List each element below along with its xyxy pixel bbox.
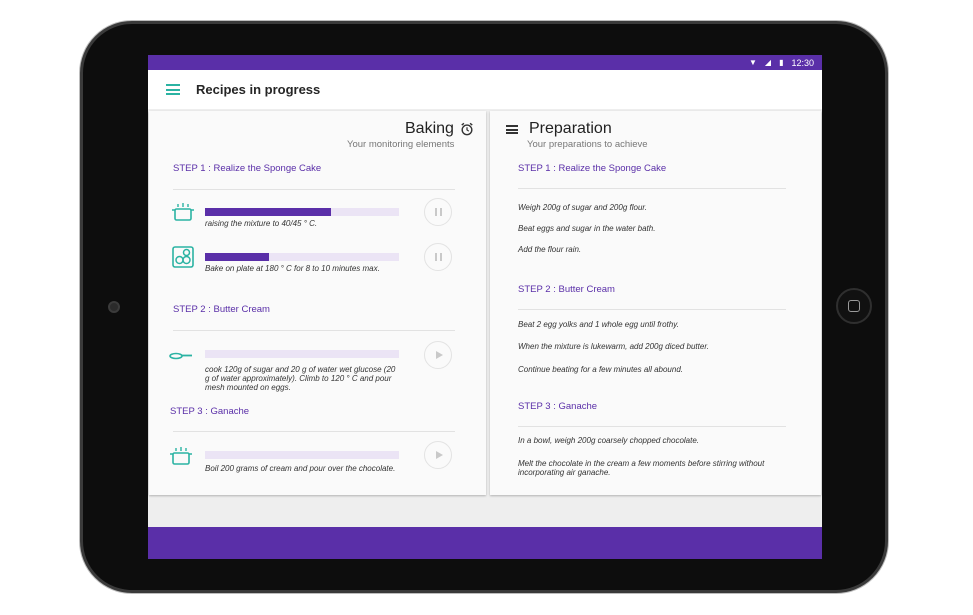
prep-line: Weigh 200g of sugar and 200g flour. [518,203,647,212]
prep-line: Continue beating for a few minutes all a… [518,365,683,374]
progress-fill [205,253,270,261]
prep-line: Beat eggs and sugar in the water bath. [518,224,656,233]
home-button[interactable] [836,288,872,324]
play-button[interactable] [424,441,452,469]
home-square-icon [848,300,860,312]
camera-icon [108,301,120,313]
progress-bar [205,350,399,358]
task-text: Boil 200 grams of cream and pour over th… [205,464,396,473]
baking-subtitle: Your monitoring elements [347,139,455,150]
progress-fill [205,208,332,216]
prep-step-2-title: STEP 2 : Butter Cream [518,284,615,295]
task-text: raising the mixture to 40/45 ° C. [205,219,318,228]
pan-icon [169,352,192,360]
menu-icon[interactable] [166,84,180,95]
pot-icon [170,447,192,465]
alarm-clock-icon[interactable] [460,122,474,136]
wifi-icon: ▼ [748,57,757,67]
progress-bar [205,451,399,459]
prep-step-1-title: STEP 1 : Realize the Sponge Cake [518,163,667,174]
divider [518,309,786,310]
app-bar: Recipes in progress [148,70,822,109]
prep-line: When the mixture is lukewarm, add 200g d… [518,342,709,351]
prep-line: Add the flour rain. [518,245,582,254]
divider [518,426,786,427]
task-text: Bake on plate at 180 ° C for 8 to 10 min… [205,264,380,273]
baking-step-2-title: STEP 2 : Butter Cream [173,304,270,315]
page-title: Recipes in progress [196,82,321,97]
preparation-subtitle: Your preparations to achieve [527,139,648,150]
divider [173,431,455,432]
baking-card: Baking Your monitoring elements STEP 1 :… [149,111,486,495]
prep-step-3-title: STEP 3 : Ganache [518,401,598,412]
progress-bar [205,253,399,261]
content-area: Baking Your monitoring elements STEP 1 :… [148,109,822,527]
pause-icon [434,253,442,261]
preparation-card: Preparation Your preparations to achieve… [490,111,821,495]
battery-icon: ▮ [779,57,784,67]
baking-step-3-title: STEP 3 : Ganache [170,406,250,417]
divider [173,330,455,331]
status-bar: ▼ ◢ ▮ 12:30 [148,55,822,70]
list-icon[interactable] [506,125,518,134]
pause-button[interactable] [424,198,452,226]
bottom-bar [148,527,822,559]
pot-icon [172,203,194,221]
baking-step-1-title: STEP 1 : Realize the Sponge Cake [173,163,322,174]
progress-bar [205,208,399,216]
play-icon [435,451,443,459]
divider [518,188,786,189]
screen: ▼ ◢ ▮ 12:30 Recipes in progress Baking Y… [148,55,822,559]
signal-icon: ◢ [764,57,772,67]
divider [173,189,455,190]
prep-line: Melt the chocolate in the cream a few mo… [518,459,765,477]
task-text: cook 120g of sugar and 20 g of water wet… [205,365,396,392]
status-time: 12:30 [791,57,814,68]
play-icon [435,351,443,359]
baking-title: Baking [405,120,454,137]
pause-button[interactable] [424,243,452,271]
play-button[interactable] [424,341,452,369]
hob-icon [172,246,194,268]
prep-line: Beat 2 egg yolks and 1 whole egg until f… [518,320,679,329]
pause-icon [434,208,442,216]
preparation-title: Preparation [529,120,612,137]
prep-line: In a bowl, weigh 200g coarsely chopped c… [518,436,700,445]
